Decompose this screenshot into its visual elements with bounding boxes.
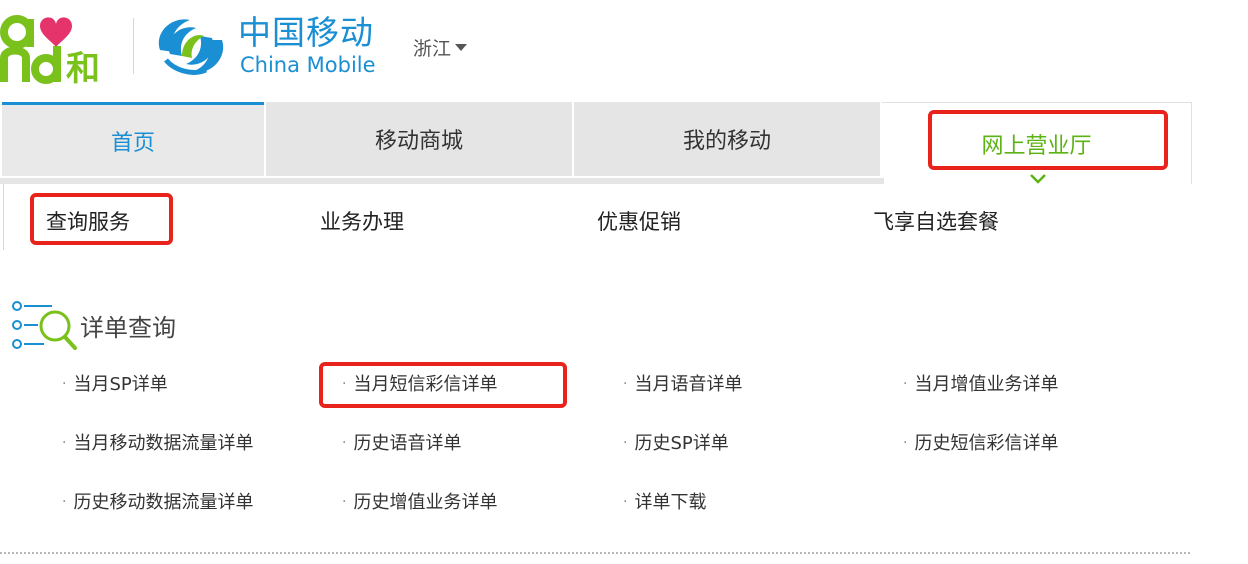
link-history-sp-detail[interactable]: · 历史SP详单: [623, 432, 729, 457]
svg-text:和: 和: [66, 49, 100, 84]
link-history-value-added-detail[interactable]: · 历史增值业务详单: [342, 491, 497, 516]
logo-chinese-text: 中国移动: [238, 13, 374, 52]
subnav-promotions[interactable]: 优惠促销: [597, 208, 681, 236]
site-header: 和 中国移动 China Mobile 浙江: [0, 0, 1248, 100]
and-brand-logo[interactable]: 和: [0, 8, 118, 84]
highlight-box-query-service: [30, 193, 173, 245]
list-search-icon: [12, 301, 77, 350]
link-current-value-added-detail[interactable]: · 当月增值业务详单: [903, 373, 1058, 398]
nav-tab-mall[interactable]: 移动商城: [266, 102, 572, 176]
subnav-left-rule: [3, 184, 4, 250]
caret-down-icon: [455, 44, 468, 51]
highlight-box-sms-detail: [319, 362, 567, 408]
nav-tab-my-mobile[interactable]: 我的移动: [574, 102, 880, 176]
nav-underline: [0, 178, 884, 184]
subnav-custom-package[interactable]: 飞享自选套餐: [873, 208, 999, 236]
region-label: 浙江: [413, 38, 452, 60]
link-history-sms-mms-detail[interactable]: · 历史短信彩信详单: [903, 432, 1058, 457]
nav-tab-home[interactable]: 首页: [2, 102, 264, 176]
logo-divider: [133, 18, 134, 74]
china-mobile-emblem[interactable]: [152, 10, 230, 82]
link-history-data-detail[interactable]: · 历史移动数据流量详单: [62, 491, 253, 516]
region-selector[interactable]: 浙江: [413, 36, 468, 62]
chevron-down-icon: [1030, 174, 1046, 184]
link-current-data-detail[interactable]: · 当月移动数据流量详单: [62, 432, 253, 457]
logo-english-text: China Mobile: [240, 53, 376, 77]
link-current-sp-detail[interactable]: · 当月SP详单: [62, 373, 168, 398]
link-history-voice-detail[interactable]: · 历史语音详单: [342, 432, 461, 457]
link-detail-download[interactable]: · 详单下载: [623, 491, 706, 516]
section-title: 详单查询: [80, 314, 176, 342]
dotted-divider: [0, 552, 1190, 554]
highlight-box-online-hall: [928, 110, 1168, 170]
subnav-business[interactable]: 业务办理: [320, 208, 404, 236]
link-current-voice-detail[interactable]: · 当月语音详单: [623, 373, 742, 398]
